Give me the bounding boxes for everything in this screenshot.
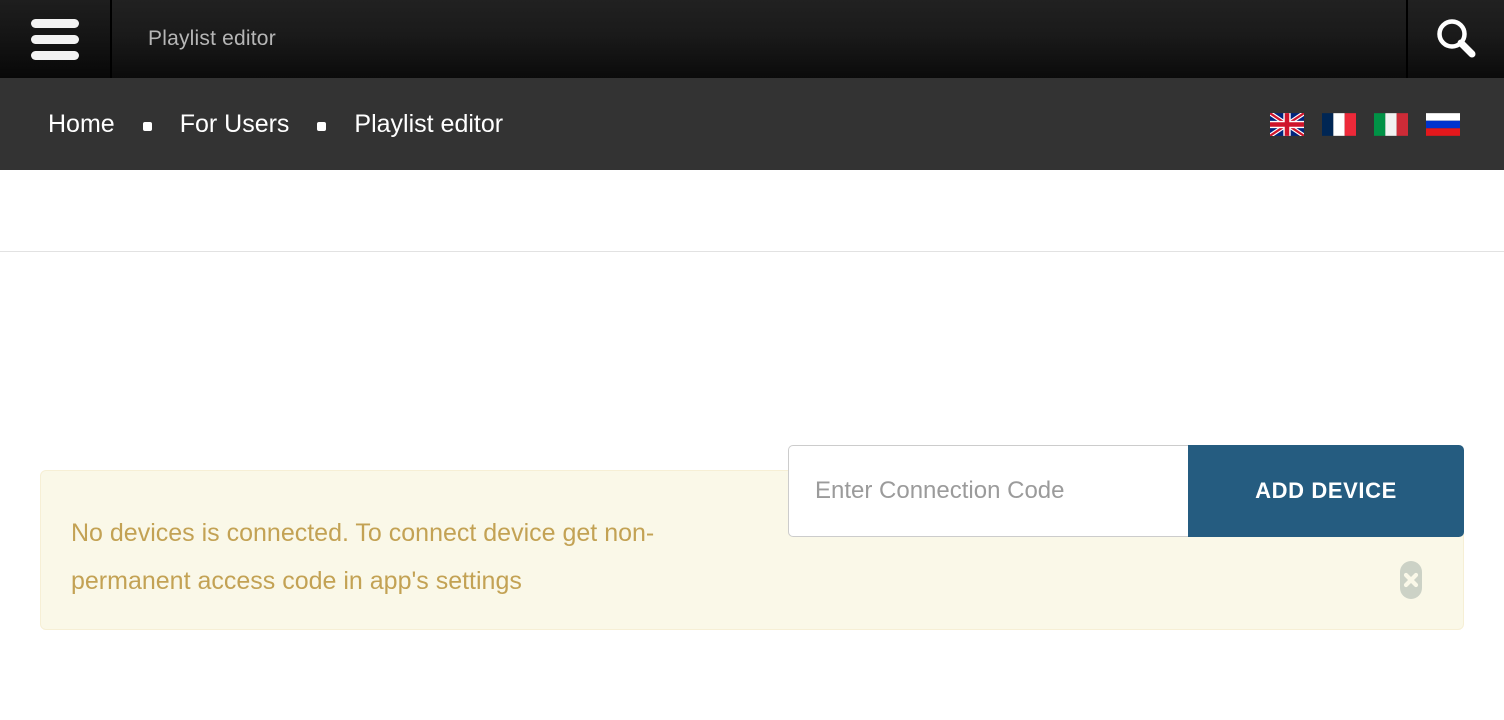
flag-russia-icon[interactable] — [1426, 112, 1460, 136]
flag-italy-icon[interactable] — [1374, 112, 1408, 136]
dot-separator-icon — [142, 121, 152, 131]
top-bar-title-area: Playlist editor — [112, 0, 1408, 78]
search-button[interactable] — [1408, 0, 1504, 78]
search-icon — [1432, 15, 1480, 63]
breadcrumb-item-playlist-editor: Playlist editor — [354, 109, 504, 138]
connection-code-input[interactable] — [788, 445, 1188, 537]
top-bar: Playlist editor — [0, 0, 1504, 78]
alert-message: No devices is connected. To connect devi… — [71, 519, 655, 595]
content-divider — [0, 251, 1504, 252]
breadcrumb-item-home[interactable]: Home — [48, 110, 115, 139]
close-x-icon[interactable] — [1400, 561, 1422, 599]
dot-separator-icon — [317, 121, 327, 131]
breadcrumb-bar: Home For Users Playlist editor — [0, 78, 1504, 170]
flag-france-icon[interactable] — [1322, 112, 1356, 136]
flag-uk-icon[interactable] — [1268, 110, 1306, 138]
app-title: Playlist editor — [148, 27, 276, 50]
add-device-button[interactable]: ADD DEVICE — [1188, 445, 1464, 537]
page-content: No devices is connected. To connect devi… — [0, 170, 1504, 720]
breadcrumb: Home For Users Playlist editor — [48, 110, 503, 139]
add-device-form: ADD DEVICE — [788, 445, 1464, 537]
hamburger-menu-button[interactable] — [0, 0, 112, 78]
breadcrumb-item-for-users[interactable]: For Users — [180, 110, 290, 139]
language-switcher — [1268, 110, 1460, 138]
hamburger-menu-icon — [31, 18, 79, 60]
